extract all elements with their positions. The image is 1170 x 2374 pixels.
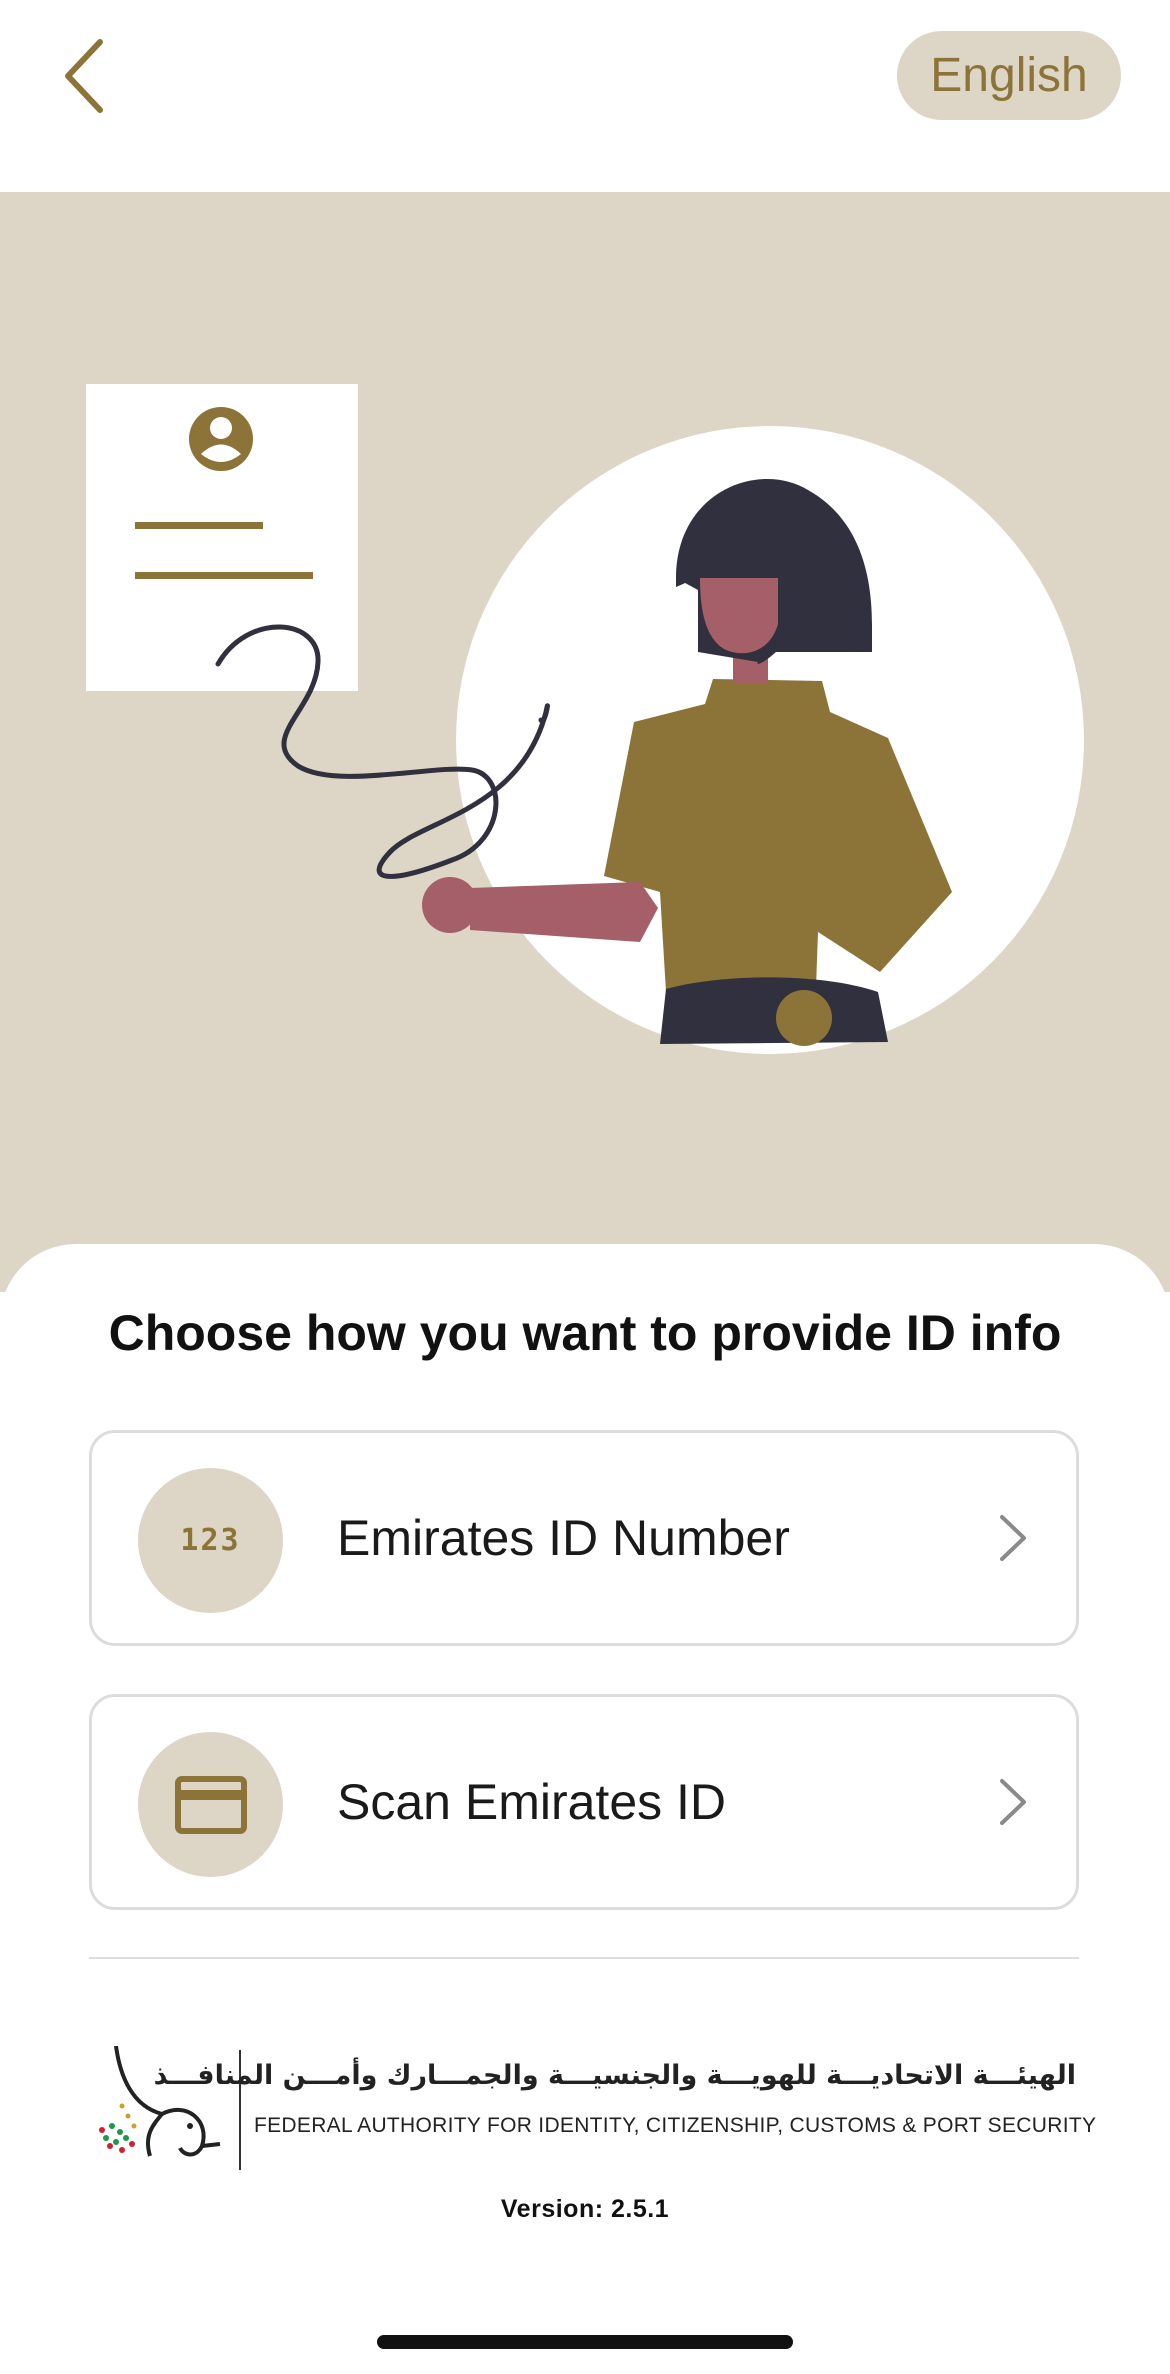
bottom-sheet: Choose how you want to provide ID info 1… [0, 1244, 1170, 2374]
page-title: Choose how you want to provide ID info [108, 1305, 1062, 1361]
org-name-arabic: الهيئـــة الاتحاديـــة للهويـــة والجنسي… [153, 2060, 1076, 2091]
chevron-right-icon [1000, 1779, 1026, 1825]
option-label: Emirates ID Number [337, 1510, 790, 1566]
version-label: Version: 2.5.1 [500, 2195, 670, 2223]
org-name-english: FEDERAL AUTHORITY FOR IDENTITY, CITIZENS… [254, 2114, 1097, 2137]
card-icon [138, 1732, 283, 1877]
option-scan-emirates-id[interactable]: Scan Emirates ID [89, 1694, 1079, 1910]
option-emirates-id-number[interactable]: 123 Emirates ID Number [89, 1430, 1079, 1646]
authority-logo: الهيئـــة الاتحاديـــة للهويـــة والجنسي… [92, 2046, 1096, 2176]
option-label: Scan Emirates ID [337, 1774, 727, 1830]
divider [89, 1957, 1079, 1959]
home-indicator[interactable] [377, 2335, 793, 2349]
top-bar: English [0, 0, 1170, 192]
chevron-left-icon [65, 39, 103, 113]
back-button[interactable] [52, 36, 116, 116]
number-icon-text: 123 [180, 1523, 241, 1558]
chevron-right-icon [1000, 1515, 1026, 1561]
hero-illustration-area [0, 192, 1170, 1292]
number-123-icon: 123 [138, 1468, 283, 1613]
language-toggle-button[interactable]: English [897, 31, 1121, 120]
woman-pointing-at-id-card-illustration [86, 384, 1084, 1054]
